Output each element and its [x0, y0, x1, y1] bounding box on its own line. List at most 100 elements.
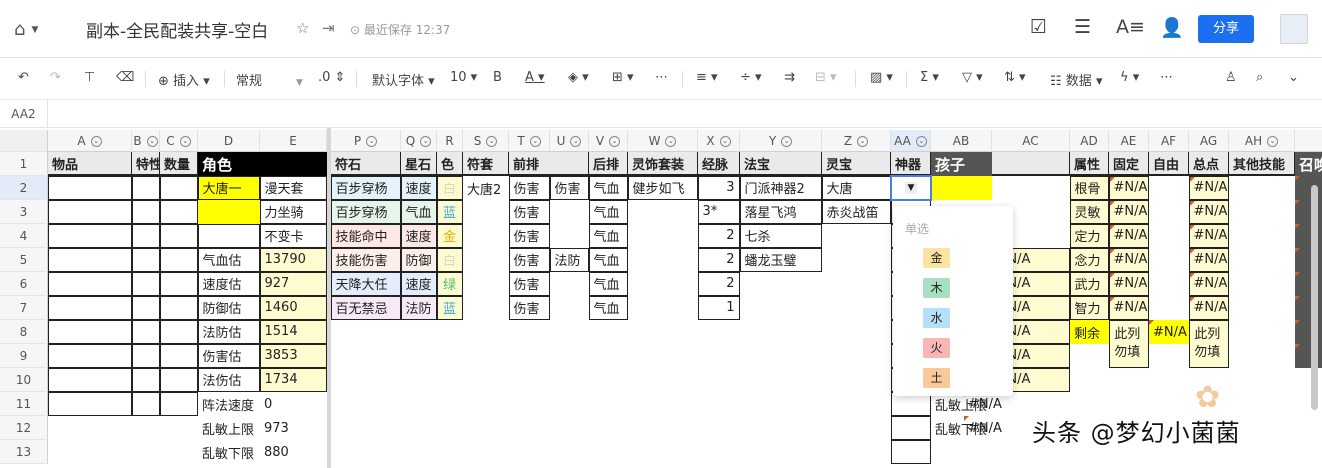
data-cell[interactable]: 法伤估 — [197, 367, 260, 392]
grid-cell[interactable] — [131, 343, 160, 368]
column-title-cell[interactable]: 总点 — [1189, 152, 1229, 176]
column-filter-icon[interactable]: ⌄ — [420, 136, 432, 147]
data-cell[interactable]: 剩余 — [1070, 320, 1109, 344]
grid-cell[interactable] — [47, 295, 132, 320]
more-tools-icon[interactable]: ⋯ — [1160, 70, 1173, 85]
selected-cell-aa2[interactable]: ▼ — [890, 175, 932, 201]
data-cell[interactable]: 880 — [260, 440, 327, 464]
grid-cell[interactable] — [131, 247, 160, 272]
row-header[interactable]: 10 — [0, 368, 48, 392]
data-cell[interactable]: 蓝 — [436, 295, 463, 320]
search-icon[interactable]: ⌕ — [1256, 70, 1263, 85]
grid-cell[interactable] — [47, 391, 132, 416]
grid-cell[interactable] — [890, 439, 931, 464]
column-filter-icon[interactable]: ⌄ — [366, 136, 378, 147]
column-title-cell[interactable]: 经脉 — [698, 152, 740, 176]
column-filter-icon[interactable]: ⌄ — [915, 136, 927, 147]
bold-button[interactable]: B — [493, 70, 502, 85]
data-cell[interactable]: 技能伤害 — [330, 247, 401, 272]
column-title-cell[interactable]: 法宝 — [740, 152, 822, 176]
column-title-cell[interactable]: 孩子 — [931, 152, 992, 176]
column-title-cell[interactable]: 角色 — [198, 152, 327, 176]
data-cell[interactable]: 智力 — [1069, 295, 1109, 320]
data-cell[interactable]: 伤害 — [508, 175, 550, 200]
data-cell[interactable]: 速度 — [400, 223, 437, 248]
column-header-ah[interactable]: AH ⌄ — [1229, 130, 1295, 152]
column-header-ac[interactable]: AC — [992, 130, 1070, 152]
grid-cell[interactable] — [47, 175, 132, 200]
data-cell[interactable]: 百步穿杨 — [330, 199, 401, 224]
grid-cell[interactable] — [131, 391, 160, 416]
column-title-cell[interactable]: 属性 — [1070, 152, 1109, 176]
grid-cell[interactable] — [47, 367, 132, 392]
eraser-icon[interactable]: ⌫ — [116, 70, 134, 85]
undo-icon[interactable]: ↶ — [18, 70, 29, 85]
data-cell[interactable]: 武力 — [1069, 271, 1109, 296]
data-cell[interactable]: 气血估 — [197, 247, 260, 272]
data-cell[interactable]: 蟠龙玉璧 — [739, 247, 822, 272]
data-cell[interactable]: 气血 — [588, 247, 628, 272]
data-cell[interactable]: 2 — [697, 223, 740, 248]
data-cell[interactable] — [197, 223, 260, 248]
column-filter-icon[interactable]: ⌄ — [857, 136, 869, 147]
data-cell[interactable]: 阵法速度 — [198, 392, 260, 416]
column-header-t[interactable]: T ⌄ — [509, 130, 550, 152]
column-header-r[interactable]: R — [437, 130, 463, 152]
grid-cell[interactable] — [159, 199, 198, 224]
merge-cells-icon[interactable]: ⊟ ▾ — [815, 70, 837, 85]
grid-cell[interactable] — [159, 319, 198, 344]
column-header-ag[interactable]: AG — [1189, 130, 1229, 152]
home-button[interactable]: ⌂ ▼ — [14, 19, 38, 40]
column-title-cell[interactable]: 星石 — [401, 152, 437, 176]
font-color-button[interactable]: A ▾ — [525, 70, 545, 85]
data-cell[interactable]: 气血 — [588, 175, 628, 200]
data-cell[interactable]: 伤害 — [508, 271, 550, 296]
row-header[interactable]: 1 — [0, 152, 48, 176]
column-header-ae[interactable]: AE — [1109, 130, 1149, 152]
insert-button[interactable]: ⊕ 插入 ▾ — [158, 70, 210, 89]
data-cell[interactable]: 气血 — [588, 223, 628, 248]
grid-cell[interactable] — [131, 271, 160, 296]
column-filter-icon[interactable]: ⌄ — [665, 136, 677, 147]
column-filter-icon[interactable]: ⌄ — [486, 136, 498, 147]
column-header-e[interactable]: E — [260, 130, 327, 152]
row-header[interactable]: 6 — [0, 272, 48, 296]
grid-cell[interactable] — [131, 175, 160, 200]
data-cell[interactable]: 3* — [697, 199, 740, 224]
data-cell[interactable]: #N/A — [1108, 247, 1149, 272]
row-header[interactable]: 13 — [0, 440, 48, 464]
data-cell[interactable]: 不变卡 — [259, 223, 327, 248]
column-header-u[interactable]: U ⌄ — [550, 130, 589, 152]
data-cell[interactable]: 乱敏下限 — [198, 440, 260, 464]
move-to-folder-icon[interactable]: ⇥ — [322, 19, 335, 37]
star-icon[interactable]: ☆ — [296, 19, 309, 37]
row-header[interactable]: 4 — [0, 224, 48, 248]
redo-icon[interactable]: ↷ — [50, 70, 61, 85]
data-cell[interactable]: 定力 — [1069, 223, 1109, 248]
text-style-icon[interactable]: A≡ — [1116, 16, 1145, 38]
column-header-p[interactable]: P ⌄ — [331, 130, 401, 152]
dropdown-option[interactable]: 火 — [923, 338, 950, 358]
row-header[interactable]: 9 — [0, 344, 48, 368]
data-cell[interactable]: #N/A — [1188, 247, 1229, 272]
data-cell[interactable]: 伤害 — [508, 223, 550, 248]
horizontal-align-icon[interactable]: ≡ ▾ — [696, 70, 718, 85]
data-cell[interactable]: 蓝 — [436, 199, 463, 224]
filter-icon[interactable]: ▽ ▾ — [962, 70, 983, 85]
data-cell[interactable]: 念力 — [1069, 247, 1109, 272]
column-header-y[interactable]: Y ⌄ — [740, 130, 822, 152]
column-title-cell[interactable]: 其他技能 — [1229, 152, 1295, 176]
column-filter-icon[interactable]: ⌄ — [179, 136, 191, 147]
data-cell[interactable]: 气血 — [588, 295, 628, 320]
column-header-a[interactable]: A ⌄ — [48, 130, 132, 152]
dropdown-option[interactable]: 水 — [923, 308, 950, 328]
grid-cell[interactable] — [47, 319, 132, 344]
decimal-stepper[interactable]: .0 ⇕ — [318, 70, 345, 85]
grid-cell[interactable] — [131, 295, 160, 320]
column-filter-icon[interactable]: ⌄ — [146, 136, 158, 147]
grid-cell[interactable] — [47, 199, 132, 224]
column-title-cell[interactable]: 灵宝 — [822, 152, 891, 176]
data-cell[interactable]: 灵敏 — [1069, 199, 1109, 224]
data-cell[interactable]: 2 — [697, 271, 740, 296]
data-cell[interactable]: 绿 — [436, 271, 463, 296]
